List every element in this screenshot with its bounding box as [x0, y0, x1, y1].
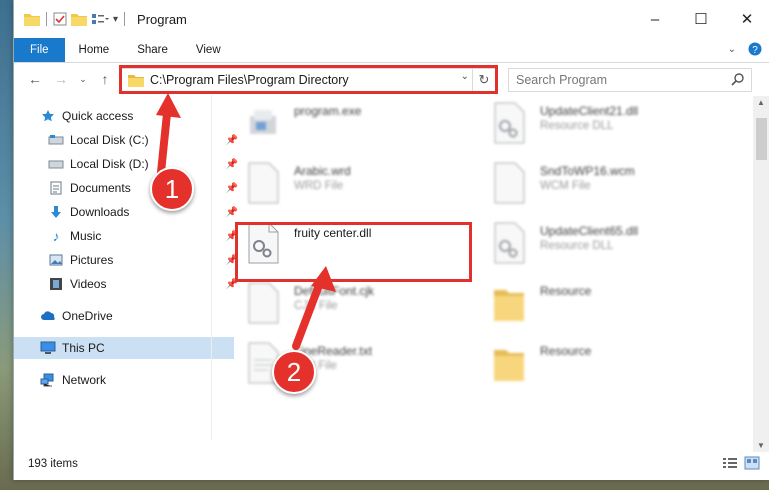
arrowhead-1	[156, 93, 181, 118]
callout-badge: 1	[150, 167, 194, 211]
arrow-2	[292, 276, 325, 350]
annotation-arrows	[156, 93, 336, 350]
callout-badge: 2	[272, 350, 316, 394]
